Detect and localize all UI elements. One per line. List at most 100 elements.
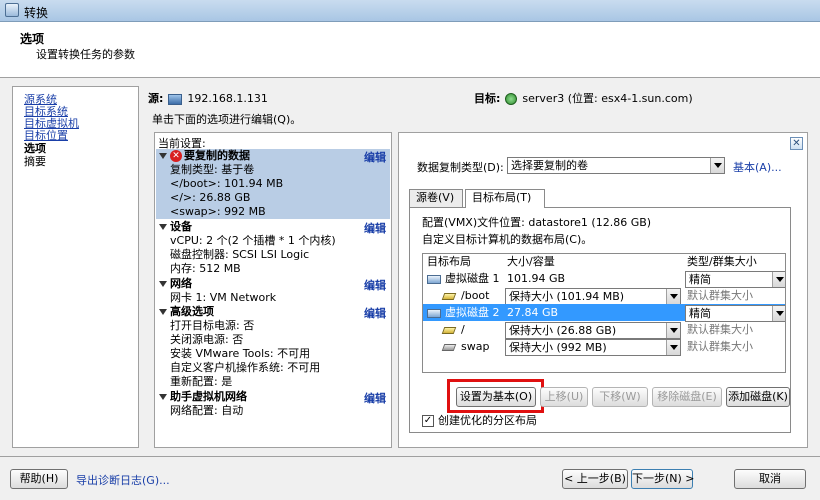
setting-line: 复制类型: 基于卷 [170, 163, 255, 176]
copy-type-dropdown[interactable]: 选择要复制的卷 [507, 157, 725, 174]
volume-size-dropdown[interactable]: 保持大小 (101.94 MB) [505, 288, 681, 305]
row-name: 虚拟磁盘 2 [445, 306, 500, 319]
error-icon: ✕ [170, 150, 182, 162]
setting-line: vCPU: 2 个(2 个插槽 * 1 个内核) [170, 234, 336, 247]
close-icon[interactable]: ✕ [790, 137, 803, 150]
setting-line: 自定义客户机操作系统: 不可用 [170, 361, 321, 374]
table-row[interactable]: 虚拟磁盘 1 101.94 GB 精简 [423, 270, 785, 288]
section-title: 高级选项 [170, 305, 214, 318]
chevron-down-icon [772, 272, 785, 287]
annotation-highlight-box [447, 379, 544, 413]
chevron-down-icon [666, 323, 680, 338]
setting-line: <swap>: 992 MB [170, 205, 266, 218]
edit-link[interactable]: 编辑 [364, 305, 386, 321]
volume-size-value: 保持大小 (101.94 MB) [509, 290, 625, 303]
tab-source-volumes[interactable]: 源卷(V) [409, 189, 463, 207]
row-name: /boot [461, 289, 490, 302]
setting-line: 重新配置: 是 [170, 375, 233, 388]
row-type: 默认群集大小 [687, 323, 753, 336]
collapse-icon [159, 309, 167, 315]
table-row-selected[interactable]: 虚拟磁盘 2 27.84 GB 精简 [423, 304, 785, 322]
title-bar: 转换 [0, 0, 820, 22]
data-to-copy-panel: ✕ 数据复制类型(D): 选择要复制的卷 基本(A)... 源卷(V) 目标布局… [398, 132, 808, 448]
edit-link[interactable]: 编辑 [364, 277, 386, 293]
volume-size-dropdown[interactable]: 保持大小 (992 MB) [505, 339, 681, 356]
cancel-button[interactable]: 取消 [734, 469, 806, 489]
tab-target-layout[interactable]: 目标布局(T) [465, 189, 545, 208]
setting-line: 打开目标电源: 否 [170, 319, 255, 332]
wizard-steps-nav: 源系统 目标系统 目标虚拟机 目标位置 选项 摘要 [12, 86, 139, 448]
page-subtitle: 设置转换任务的参数 [36, 48, 135, 61]
table-row[interactable]: /boot 保持大小 (101.94 MB) 默认群集大小 [423, 287, 785, 305]
setting-line: 关闭源电源: 否 [170, 333, 244, 346]
add-disk-button[interactable]: 添加磁盘(K) [726, 387, 790, 407]
row-size: 27.84 GB [507, 306, 559, 319]
export-logs-link[interactable]: 导出诊断日志(G)... [76, 472, 170, 488]
remove-disk-button[interactable]: 移除磁盘(E) [652, 387, 722, 407]
disk-type-dropdown[interactable]: 精简 [685, 271, 785, 288]
edit-link[interactable]: 编辑 [364, 390, 386, 406]
source-label: 源: [148, 92, 164, 105]
optimize-partition-label: 创建优化的分区布局 [438, 414, 537, 427]
help-button[interactable]: 帮助(H) [10, 469, 68, 489]
edit-link[interactable]: 编辑 [364, 149, 386, 165]
volume-icon [441, 292, 457, 300]
table-row[interactable]: / 保持大小 (26.88 GB) 默认群集大小 [423, 321, 785, 339]
disk-type-value: 精简 [689, 273, 711, 286]
page-header: 选项 设置转换任务的参数 [0, 22, 820, 78]
swap-volume-icon [441, 343, 457, 351]
page-title: 选项 [20, 32, 45, 46]
setting-line: 安装 VMware Tools: 不可用 [170, 347, 311, 360]
row-size: 101.94 GB [507, 272, 566, 285]
custom-layout-hint: 自定义目标计算机的数据布局(C)。 [422, 233, 593, 246]
section-title: 网络 [170, 277, 192, 290]
setting-line: 磁盘控制器: SCSI LSI Logic [170, 248, 310, 261]
checkbox[interactable]: ✓ [422, 415, 434, 427]
row-name: swap [461, 340, 490, 353]
volume-size-value: 保持大小 (992 MB) [509, 341, 607, 354]
row-name: 虚拟磁盘 1 [445, 272, 500, 285]
volume-size-value: 保持大小 (26.88 GB) [509, 324, 617, 337]
source-value: 192.168.1.131 [187, 92, 268, 105]
volume-icon [441, 326, 457, 334]
setting-line: 内存: 512 MB [170, 262, 241, 275]
chevron-down-icon [772, 306, 785, 321]
disk-icon [427, 274, 441, 284]
app-icon [5, 3, 19, 17]
collapse-icon [159, 224, 167, 230]
move-up-button[interactable]: 上移(U) [540, 387, 588, 407]
column-header: 目标布局 [427, 255, 471, 268]
copy-type-label: 数据复制类型(D): [417, 161, 504, 174]
back-button[interactable]: < 上一步(B) [562, 469, 628, 489]
source-info: 源: 192.168.1.131 [148, 90, 268, 106]
disk-type-value: 精简 [689, 307, 711, 320]
next-button[interactable]: 下一步(N) > [631, 469, 695, 489]
column-header: 大小/容量 [507, 255, 555, 268]
chevron-down-icon [710, 158, 724, 173]
config-file-location: 配置(VMX)文件位置: datastore1 (12.86 GB) [422, 216, 652, 229]
volume-size-dropdown[interactable]: 保持大小 (26.88 GB) [505, 322, 681, 339]
move-down-button[interactable]: 下移(W) [592, 387, 648, 407]
section-network[interactable]: 网络 编辑 网卡 1: VM Network [156, 277, 390, 305]
section-helper-vm-network[interactable]: 助手虚拟机网络 编辑 网络配置: 自动 [156, 390, 390, 418]
setting-line: 网络配置: 自动 [170, 404, 244, 417]
setting-line: 网卡 1: VM Network [170, 291, 277, 304]
section-data-to-copy[interactable]: ✕ 要复制的数据 编辑 复制类型: 基于卷 </boot>: 101.94 MB … [156, 149, 390, 219]
copy-type-value: 选择要复制的卷 [511, 159, 588, 172]
section-advanced-options[interactable]: 高级选项 编辑 打开目标电源: 否 关闭源电源: 否 安装 VMware Too… [156, 305, 390, 389]
row-type: 默认群集大小 [687, 289, 753, 302]
basic-link[interactable]: 基本(A)... [733, 159, 782, 175]
row-type: 默认群集大小 [687, 340, 753, 353]
current-settings-panel: 当前设置: ✕ 要复制的数据 编辑 复制类型: 基于卷 </boot>: 101.… [154, 132, 392, 448]
target-value: server3 (位置: esx4-1.sun.com) [522, 92, 693, 105]
section-devices[interactable]: 设备 编辑 vCPU: 2 个(2 个插槽 * 1 个内核) 磁盘控制器: SC… [156, 220, 390, 276]
setting-line: </boot>: 101.94 MB [170, 177, 284, 190]
server-icon [505, 93, 518, 105]
table-row[interactable]: swap 保持大小 (992 MB) 默认群集大小 [423, 338, 785, 356]
edit-link[interactable]: 编辑 [364, 220, 386, 236]
section-title: 设备 [170, 220, 192, 233]
disk-type-dropdown[interactable]: 精简 [685, 305, 785, 322]
section-title: 要复制的数据 [184, 149, 250, 162]
optimize-partition-option[interactable]: ✓ 创建优化的分区布局 [422, 412, 537, 428]
layout-grid: 目标布局 大小/容量 类型/群集大小 虚拟磁盘 1 101.94 GB 精简 /… [422, 253, 786, 373]
